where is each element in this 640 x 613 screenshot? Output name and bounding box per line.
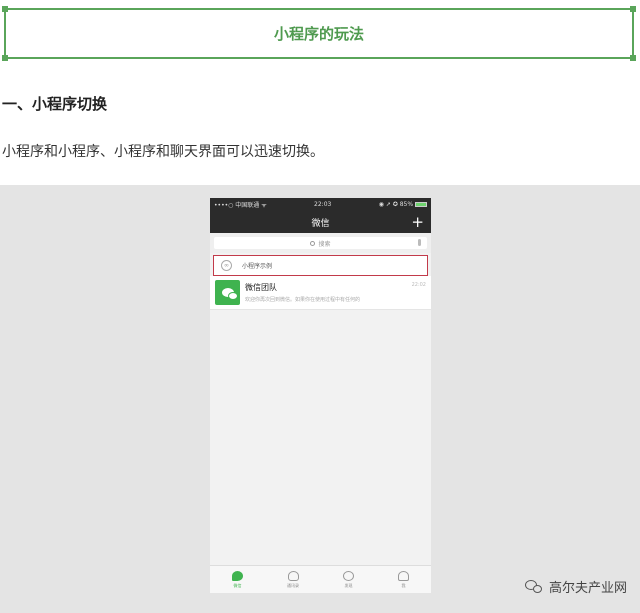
tab-wechat[interactable]: 微信: [232, 570, 243, 589]
section-heading: 一、小程序切换: [2, 95, 108, 113]
wechat-logo-icon: [524, 579, 543, 594]
chat-row[interactable]: 微信团队 欢迎你再次回到微信。如果你在使用过程中有任何的 22:02: [210, 276, 431, 310]
status-right: ◉ ➚ ✪ 85%: [379, 201, 427, 208]
status-carrier: ••••○ 中国联通 ᯤ: [214, 202, 267, 209]
me-icon: [398, 570, 409, 581]
status-bar: ••••○ 中国联通 ᯤ 22:03 ◉ ➚ ✪ 85%: [210, 198, 431, 211]
section-body-text: 小程序和小程序、小程序和聊天界面可以迅速切换。: [2, 144, 324, 160]
search-input[interactable]: 搜索: [214, 237, 427, 249]
tab-discover[interactable]: 发现: [343, 570, 354, 589]
watermark: 高尔夫产业网: [524, 577, 627, 596]
tab-me[interactable]: 我: [398, 570, 409, 589]
battery-icon: [414, 202, 427, 207]
tab-bar: 微信 通讯录 发现 我: [210, 565, 431, 593]
chat-time: 22:02: [411, 282, 426, 288]
tab-label: 发现: [344, 582, 353, 588]
discover-icon: [343, 570, 354, 581]
search-wrap: 搜索: [210, 233, 431, 253]
plus-icon[interactable]: +: [411, 213, 424, 231]
chat-name: 微信团队: [245, 283, 277, 292]
tab-contacts[interactable]: 通讯录: [287, 570, 299, 589]
wechat-team-avatar: [215, 280, 240, 305]
tab-label: 通讯录: [287, 582, 299, 588]
search-placeholder: 搜索: [318, 240, 331, 248]
decorative-corner: [630, 6, 636, 12]
tab-label: 微信: [233, 582, 242, 588]
chat-icon: [232, 570, 243, 581]
nav-title: 微信: [311, 218, 330, 229]
chat-preview: 欢迎你再次回到微信。如果你在使用过程中有任何的: [245, 297, 361, 303]
watermark-text: 高尔夫产业网: [548, 581, 627, 596]
mini-program-entry[interactable]: ∞ 小程序示例: [213, 255, 428, 276]
chat-bubble-icon: [221, 288, 238, 300]
article-title: 小程序的玩法: [273, 25, 364, 43]
article-title-box: 小程序的玩法: [2, 6, 636, 61]
tab-label: 我: [401, 582, 406, 588]
decorative-corner: [2, 55, 8, 61]
nav-bar: 微信 +: [210, 211, 431, 233]
status-time: 22:03: [314, 201, 332, 208]
search-icon: [310, 240, 316, 246]
mini-program-label: 小程序示例: [242, 263, 273, 270]
phone-screenshot: ••••○ 中国联通 ᯤ 22:03 ◉ ➚ ✪ 85% 微信 + 搜索 ∞ 小…: [210, 198, 431, 593]
link-icon: ∞: [221, 260, 232, 271]
chat-info: 微信团队 欢迎你再次回到微信。如果你在使用过程中有任何的 22:02: [245, 282, 426, 303]
contacts-icon: [287, 570, 299, 581]
microphone-icon[interactable]: [418, 239, 421, 246]
